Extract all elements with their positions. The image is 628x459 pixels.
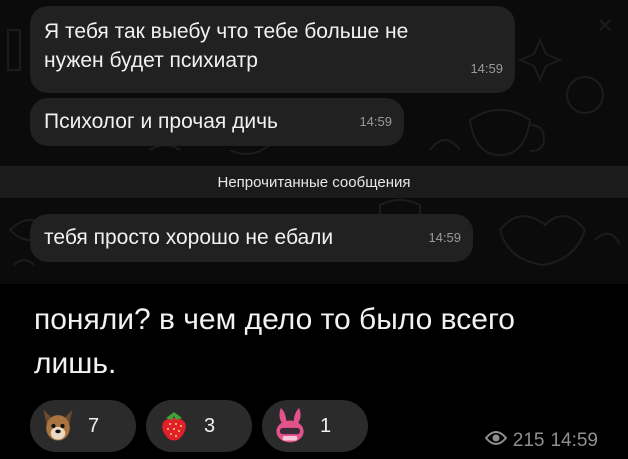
dog-sticker-icon — [38, 406, 78, 446]
reaction-count: 3 — [204, 414, 216, 437]
reaction-count: 1 — [320, 414, 332, 437]
message-time: 14:59 — [428, 230, 461, 245]
message-bubble[interactable]: тебя просто хорошо не ебали 14:59 — [30, 214, 473, 262]
message-text-line: нужен будет психиатр — [44, 49, 258, 72]
reaction-count: 7 — [88, 414, 100, 437]
message-bubble[interactable]: Я тебя так выебу что тебе больше не нуже… — [30, 6, 515, 93]
reaction-bunny[interactable]: 1 — [262, 400, 368, 452]
post-time: 14:59 — [550, 430, 598, 451]
reaction-strawberry[interactable]: 3 — [146, 400, 252, 452]
message-bubble[interactable]: Психолог и прочая дичь 14:59 — [30, 98, 404, 146]
chat-screenshot: Я тебя так выебу что тебе больше не нуже… — [0, 0, 628, 284]
post-meta: 215 14:59 — [484, 429, 598, 453]
message-text-line: Я тебя так выебу что тебе больше не — [44, 20, 409, 43]
eye-icon — [484, 430, 508, 452]
message-text: Психолог и прочая дичь — [44, 110, 278, 133]
reactions-bar: 7 3 1 — [30, 400, 368, 456]
strawberry-icon — [154, 406, 194, 446]
unread-messages-divider: Непрочитанные сообщения — [0, 166, 628, 198]
reaction-dog[interactable]: 7 — [30, 400, 136, 452]
message-text: тебя просто хорошо не ебали — [44, 226, 334, 249]
message-time: 14:59 — [470, 61, 503, 76]
pink-bunny-sticker-icon — [270, 406, 310, 446]
message-time: 14:59 — [359, 114, 392, 129]
post-text: поняли? в чем дело то было всего лишь. — [34, 303, 515, 380]
views-count: 215 — [512, 430, 545, 451]
